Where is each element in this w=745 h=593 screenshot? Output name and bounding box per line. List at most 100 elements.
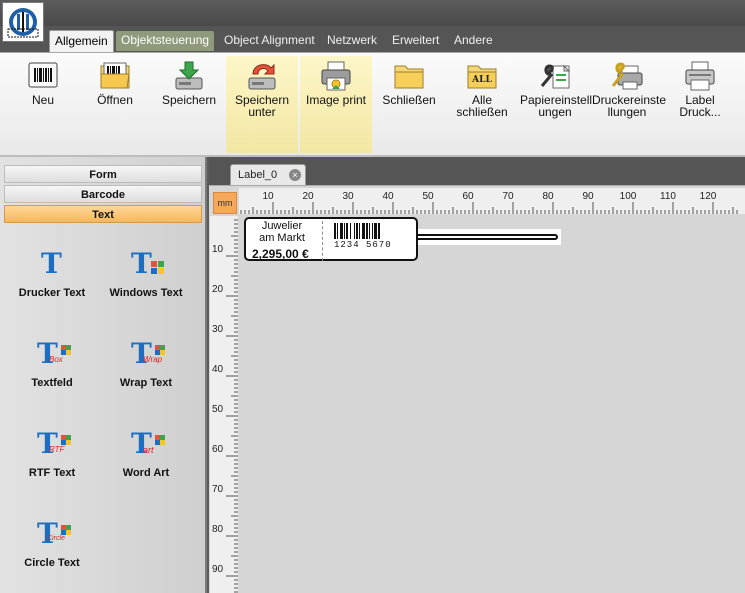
app-logo[interactable] <box>2 2 44 42</box>
category-barcode[interactable]: Barcode <box>4 185 202 203</box>
ruler-label: 90 <box>582 191 594 202</box>
textbox-icon: T Box <box>35 337 71 370</box>
rtf-text-icon-caption: RTF <box>49 445 65 454</box>
open-folder-icon <box>100 62 130 89</box>
ruler-label: 40 <box>382 191 394 202</box>
image-print-label: Image print <box>305 93 367 107</box>
ruler-label: 10 <box>262 191 274 202</box>
tab-allgemein[interactable]: Allgemein <box>49 30 114 53</box>
label-print-button[interactable]: Label Druck... <box>664 56 736 153</box>
ruler-label: 70 <box>502 191 514 202</box>
tab-andere[interactable]: Andere <box>449 30 498 52</box>
open-label: Öffnen <box>97 93 133 107</box>
save-button[interactable]: Speichern <box>158 56 220 153</box>
title-bar <box>0 0 745 26</box>
label-object[interactable]: Juwelier am Markt 2,295,00 € 1234 5670 <box>244 217 418 261</box>
tool-textfeld-label: Textfeld <box>31 377 73 389</box>
barcode-bar <box>337 223 338 239</box>
wrap-text-icon: T Wrap <box>129 337 165 370</box>
word-art-icon-caption: art <box>143 445 154 455</box>
ruler-label: 60 <box>212 444 224 455</box>
ruler-label: 70 <box>212 484 224 495</box>
save-as-icon <box>248 63 276 90</box>
printer-settings-button[interactable]: Druckereinste llungen <box>592 56 666 153</box>
label-tail-bar <box>418 234 558 240</box>
close-all-label: Alle schließen <box>456 93 508 119</box>
save-as-button[interactable]: Speichern unter <box>226 56 298 153</box>
close-all-button[interactable]: ALL Alle schließen <box>446 56 518 153</box>
save-as-label: Speichern unter <box>226 94 298 118</box>
tool-circle-text-label: Circle Text <box>24 557 80 569</box>
folder-all-badge: ALL <box>472 75 492 85</box>
close-icon[interactable]: × <box>289 169 301 181</box>
image-printer-icon <box>321 61 351 91</box>
barcode-bar <box>334 223 336 239</box>
textbox-icon-caption: Box <box>49 355 63 364</box>
image-print-button[interactable]: Image print <box>300 56 372 153</box>
ruler-label: 50 <box>212 404 224 415</box>
toolbox-panel: Form Barcode Text T Drucker Text T Windo… <box>0 157 207 593</box>
tool-rtf-text[interactable]: T RTF RTF Text <box>2 427 102 479</box>
ruler-label: 80 <box>212 524 224 535</box>
label-printer-icon <box>685 61 715 91</box>
close-label: Schließen <box>382 93 436 107</box>
label-tail[interactable] <box>418 229 561 245</box>
barcode-bar <box>346 223 348 239</box>
horizontal-ruler-scale: 10 20 30 40 50 60 70 80 90 100 110 120 <box>239 188 745 214</box>
barcode-bar <box>372 223 373 239</box>
unit-selector[interactable]: mm <box>213 192 237 214</box>
new-button[interactable]: Neu <box>14 56 72 153</box>
tool-windows-text-label: Windows Text <box>109 287 183 299</box>
tab-erweitert[interactable]: Erweitert <box>387 30 444 52</box>
ruler-label: 30 <box>212 324 224 335</box>
wrap-text-icon-caption: Wrap <box>143 355 163 364</box>
barcode-bar <box>350 223 351 239</box>
tool-word-art-label: Word Art <box>122 467 170 479</box>
printer-wrench-icon <box>611 62 643 90</box>
barcode-bar <box>356 223 358 239</box>
label-text-block[interactable]: Juwelier am Markt <box>252 220 312 244</box>
save-drive-icon <box>175 61 203 90</box>
ruler-label: 100 <box>620 191 637 202</box>
tool-windows-text[interactable]: T Windows Text <box>96 247 196 299</box>
circle-text-icon: T Circle <box>35 517 71 550</box>
ruler-label: 10 <box>212 244 224 255</box>
tool-rtf-text-label: RTF Text <box>28 467 76 479</box>
printer-settings-label: Druckereinste llungen <box>592 94 666 119</box>
ruler-label: 30 <box>342 191 354 202</box>
open-button[interactable]: Öffnen <box>85 56 145 153</box>
barcode-bar <box>378 223 380 239</box>
tool-textfeld[interactable]: T Box Textfeld <box>2 337 102 389</box>
close-button[interactable]: Schließen <box>378 56 440 153</box>
ruler-label: 110 <box>660 191 676 202</box>
ruler-label: 60 <box>462 191 474 202</box>
barcode-bar <box>344 223 345 239</box>
ruler-label: 90 <box>212 564 224 575</box>
ruler-label: 120 <box>700 191 717 202</box>
tool-drucker-text[interactable]: T Drucker Text <box>2 247 102 299</box>
save-label: Speichern <box>161 93 217 107</box>
tab-object-alignment[interactable]: Object Alignment <box>219 30 320 52</box>
tool-word-art[interactable]: T art Word Art <box>96 427 196 479</box>
document-tab[interactable]: Label_0 × <box>230 164 306 185</box>
tab-objektsteuerung[interactable]: Objektsteuerung <box>116 31 215 51</box>
new-label: Neu <box>31 93 54 107</box>
tab-netzwerk[interactable]: Netzwerk <box>322 30 382 52</box>
tool-circle-text[interactable]: T Circle Circle Text <box>2 517 102 569</box>
barcode-bar <box>362 223 365 239</box>
paper-settings-button[interactable]: Papiereinstell ungen <box>520 56 592 153</box>
category-text[interactable]: Text <box>4 205 202 223</box>
horizontal-ruler: 10 20 30 40 50 60 70 80 90 100 110 120 <box>239 188 745 214</box>
printer-settings-label-line2: llungen <box>607 105 647 119</box>
folder-icon <box>394 65 424 89</box>
label-barcode[interactable] <box>334 223 396 241</box>
paper-settings-label: Papiereinstell ungen <box>520 94 592 118</box>
document-tab-strip: Label_0 × <box>209 157 745 185</box>
category-form[interactable]: Form <box>4 165 202 183</box>
barcode-bar <box>359 223 360 239</box>
ruler-label: 50 <box>422 191 434 202</box>
barcode-bar <box>366 223 368 239</box>
vertical-ruler: 10 20 30 40 50 60 70 80 90 <box>210 216 238 593</box>
tool-wrap-text[interactable]: T Wrap Wrap Text <box>96 337 196 389</box>
label-price[interactable]: 2,295,00 € <box>252 247 309 261</box>
